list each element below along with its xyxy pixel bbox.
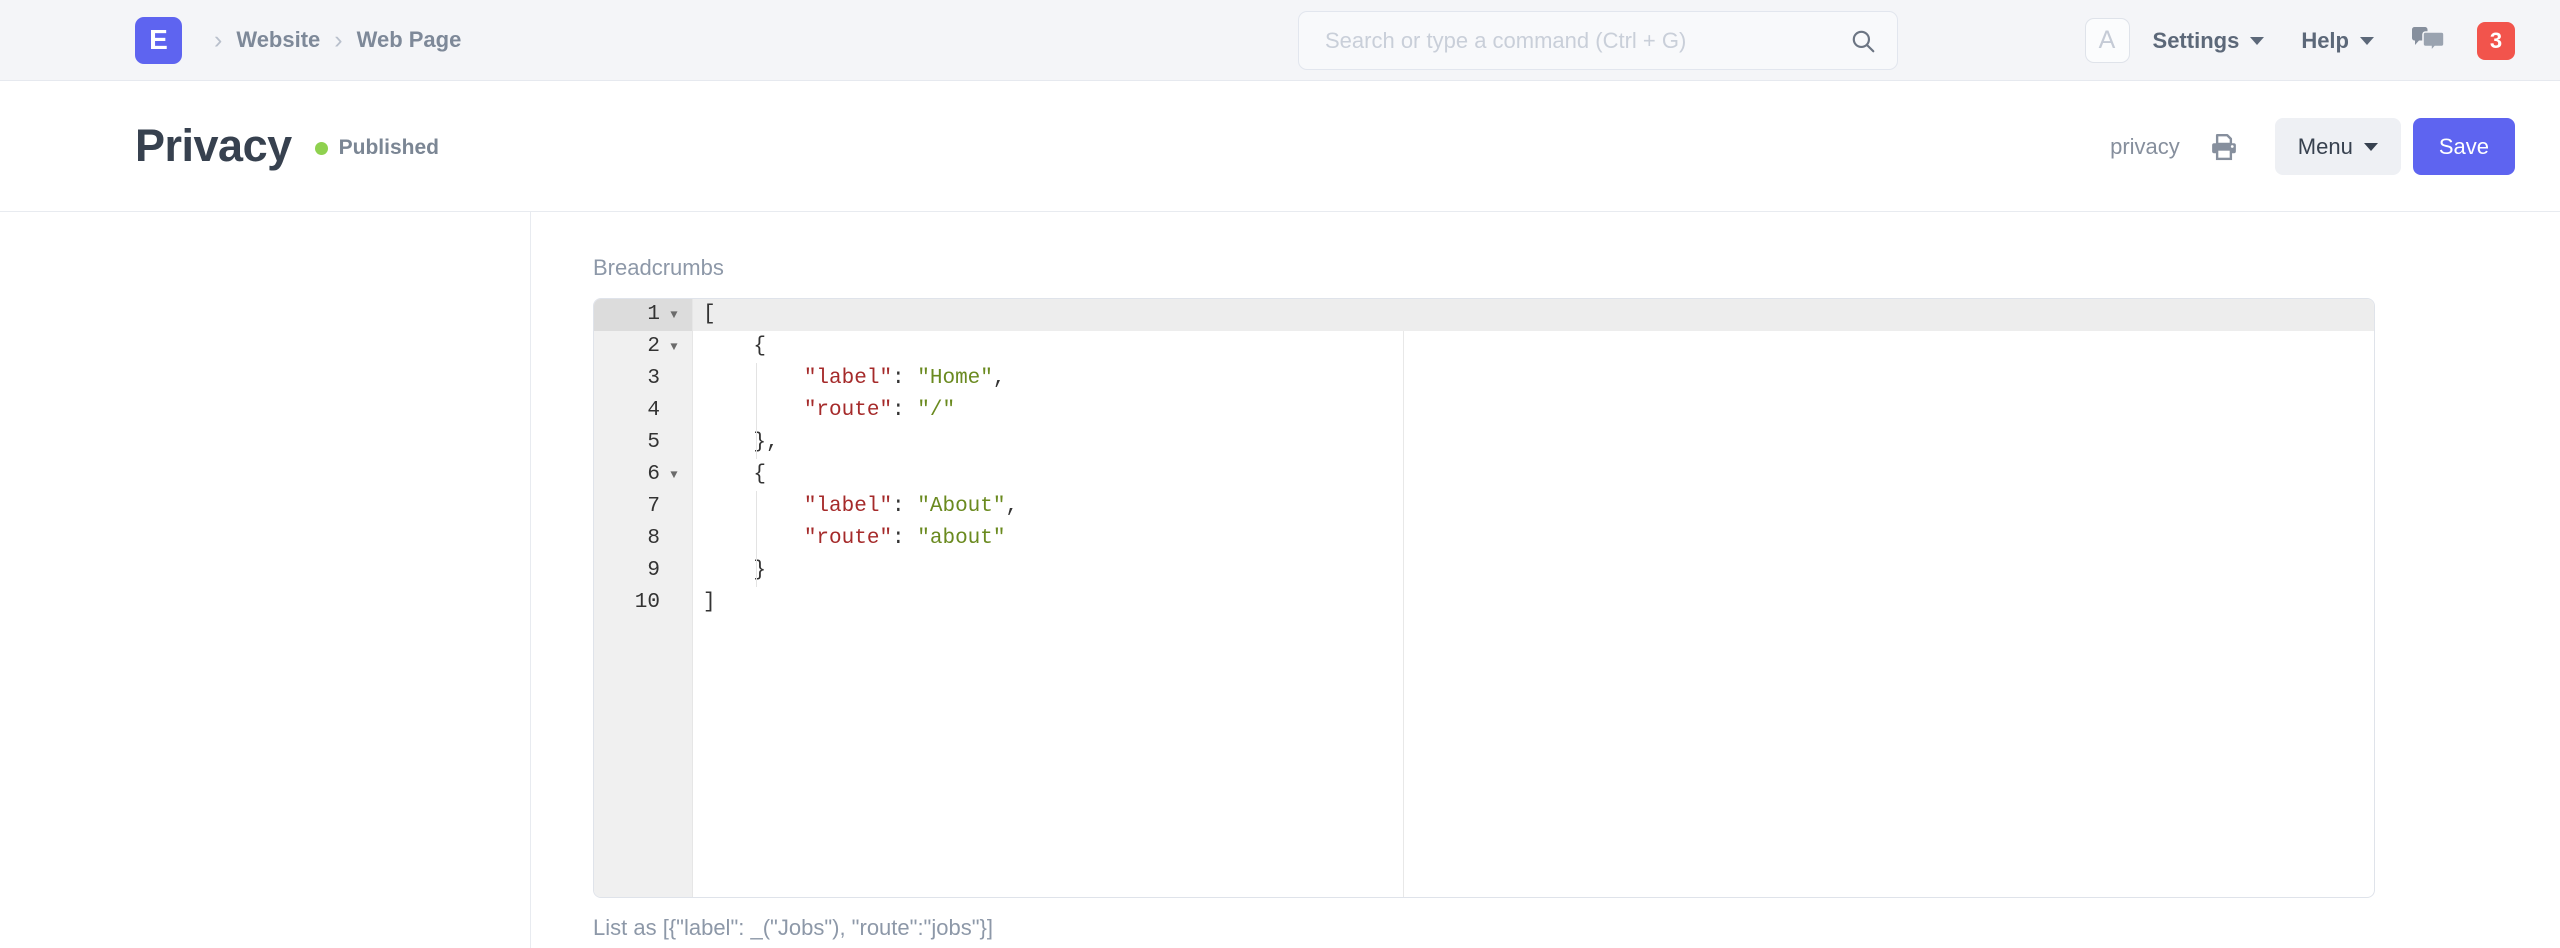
avatar[interactable]: A	[2085, 18, 2130, 63]
code-token-key: "route"	[804, 527, 892, 550]
code-token-key: "label"	[804, 367, 892, 390]
chevron-down-icon	[2364, 143, 2378, 151]
code-token-punc: ,	[1005, 495, 1018, 518]
editor-code-area[interactable]: [ { "label": "Home", "route": "/" }, { "…	[693, 299, 2374, 897]
breadcrumb-item-website[interactable]: Website	[236, 27, 320, 53]
gutter-line-number: 10▼	[594, 587, 692, 619]
help-label: Help	[2301, 28, 2349, 54]
settings-label: Settings	[2153, 28, 2240, 54]
chat-bubbles-icon[interactable]	[2411, 26, 2445, 56]
help-dropdown[interactable]: Help	[2301, 28, 2374, 54]
navbar-right-group: A Settings Help 3	[2085, 0, 2515, 81]
page-body: Breadcrumbs 1▼2▼3▼4▼5▼6▼7▼8▼9▼10▼ [ { "l…	[0, 212, 2560, 948]
chevron-down-icon	[2250, 37, 2264, 45]
indent-guide	[756, 491, 757, 587]
code-token-punc: :	[892, 527, 917, 550]
chevron-right-icon: ›	[334, 28, 342, 53]
code-token-punc	[703, 527, 804, 550]
code-token-punc: :	[892, 367, 917, 390]
top-navbar: E › Website › Web Page A Settings Help 3	[0, 0, 2560, 81]
chevron-down-icon	[2360, 37, 2374, 45]
code-token-punc	[703, 495, 804, 518]
printer-icon[interactable]	[2209, 132, 2239, 162]
fold-toggle-icon[interactable]: ▼	[664, 459, 684, 491]
fold-toggle-icon[interactable]: ▼	[664, 331, 684, 363]
code-token-key: "route"	[804, 399, 892, 422]
code-line: {	[693, 331, 2374, 363]
code-line: {	[693, 459, 2374, 491]
menu-label: Menu	[2298, 134, 2353, 160]
code-token-punc: [	[703, 303, 716, 326]
code-token-punc: ,	[993, 367, 1006, 390]
page-title: Privacy	[135, 120, 292, 172]
menu-dropdown-button[interactable]: Menu	[2275, 118, 2401, 175]
code-token-punc: },	[703, 431, 779, 454]
gutter-line-number: 7▼	[594, 491, 692, 523]
gutter-line-number: 3▼	[594, 363, 692, 395]
code-token-punc	[703, 367, 804, 390]
code-line: },	[693, 427, 2374, 459]
code-token-punc: :	[892, 399, 917, 422]
code-token-punc: {	[703, 463, 766, 486]
status-badge: Published	[339, 136, 439, 160]
indent-guide	[756, 363, 757, 459]
code-token-str: "About"	[917, 495, 1005, 518]
code-token-punc: {	[703, 335, 766, 358]
fold-toggle-icon[interactable]: ▼	[664, 299, 684, 331]
gutter-line-number: 9▼	[594, 555, 692, 587]
search-input[interactable]	[1298, 11, 1898, 70]
code-token-str: "Home"	[917, 367, 993, 390]
editor-gutter[interactable]: 1▼2▼3▼4▼5▼6▼7▼8▼9▼10▼	[594, 299, 693, 897]
main-content-column: Breadcrumbs 1▼2▼3▼4▼5▼6▼7▼8▼9▼10▼ [ { "l…	[531, 212, 2560, 948]
page-header: Privacy Published privacy Menu Save	[0, 81, 2560, 212]
code-line: [	[693, 299, 2374, 331]
field-label-breadcrumbs: Breadcrumbs	[593, 255, 2375, 281]
code-token-str: "about"	[917, 527, 1005, 550]
code-token-str: "/"	[917, 399, 955, 422]
code-line: }	[693, 555, 2374, 587]
notification-badge[interactable]: 3	[2477, 22, 2515, 60]
sidebar-column	[0, 212, 531, 948]
search-container	[1298, 11, 1898, 70]
code-token-punc: :	[892, 495, 917, 518]
field-hint-text: List as [{"label": _("Jobs"), "route":"j…	[593, 915, 2375, 941]
code-line: "route": "/"	[693, 395, 2374, 427]
gutter-line-number: 8▼	[594, 523, 692, 555]
settings-dropdown[interactable]: Settings	[2153, 28, 2265, 54]
save-button[interactable]: Save	[2413, 118, 2515, 175]
gutter-line-number: 4▼	[594, 395, 692, 427]
code-token-punc: ]	[703, 591, 716, 614]
gutter-line-number: 5▼	[594, 427, 692, 459]
gutter-line-number: 1▼	[594, 299, 692, 331]
code-editor[interactable]: 1▼2▼3▼4▼5▼6▼7▼8▼9▼10▼ [ { "label": "Home…	[593, 298, 2375, 898]
gutter-line-number: 6▼	[594, 459, 692, 491]
breadcrumb: › Website › Web Page	[200, 27, 461, 53]
breadcrumb-item-web-page[interactable]: Web Page	[357, 27, 462, 53]
app-logo[interactable]: E	[135, 17, 182, 64]
code-line: "label": "Home",	[693, 363, 2374, 395]
status-indicator-dot	[315, 142, 328, 155]
page-header-actions: privacy Menu Save	[2110, 81, 2515, 212]
gutter-line-number: 2▼	[594, 331, 692, 363]
route-name-label: privacy	[2110, 134, 2180, 160]
code-line: ]	[693, 587, 2374, 619]
code-token-key: "label"	[804, 495, 892, 518]
title-group: Privacy Published	[135, 120, 439, 172]
code-token-punc	[703, 399, 804, 422]
code-line: "label": "About",	[693, 491, 2374, 523]
code-line: "route": "about"	[693, 523, 2374, 555]
chevron-right-icon: ›	[214, 28, 222, 53]
